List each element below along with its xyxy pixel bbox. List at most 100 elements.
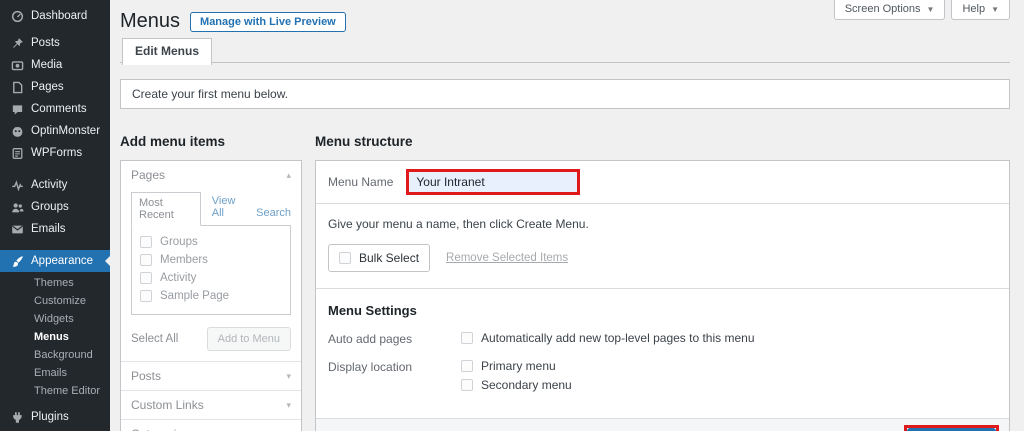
remove-selected-items-link[interactable]: Remove Selected Items xyxy=(446,252,568,264)
secondary-menu-label: Secondary menu xyxy=(481,378,572,392)
submenu-item-widgets[interactable]: Widgets xyxy=(0,310,110,328)
annotation-box-create-menu: Create Menu xyxy=(904,425,999,431)
sidebar-item-activity[interactable]: Activity xyxy=(0,174,110,196)
bulk-select-toggle[interactable]: Bulk Select xyxy=(328,244,430,272)
page-item-label: Members xyxy=(160,254,208,266)
annotation-box-menu-name xyxy=(406,169,580,195)
tab-edit-menus[interactable]: Edit Menus xyxy=(122,38,212,65)
sidebar-item-emails[interactable]: Emails xyxy=(0,218,110,240)
chevron-up-icon: ▴ xyxy=(286,170,291,181)
accordion-section-custom-links[interactable]: Custom Links ▾ xyxy=(121,390,301,419)
sidebar-item-posts[interactable]: Posts xyxy=(0,32,110,54)
submenu-item-background[interactable]: Background xyxy=(0,346,110,364)
pushpin-icon xyxy=(10,36,24,50)
screen-options-label: Screen Options xyxy=(845,3,921,15)
primary-menu-checkbox[interactable] xyxy=(461,360,473,372)
bulk-select-label: Bulk Select xyxy=(359,251,419,265)
comment-icon xyxy=(10,102,24,116)
sidebar-item-label: Posts xyxy=(31,37,60,49)
wordpress-admin-menus-page: Dashboard Posts Media Pages Comments xyxy=(0,0,1024,431)
sidebar-item-plugins[interactable]: Plugins xyxy=(0,406,110,428)
menu-name-row: Menu Name xyxy=(316,161,1009,204)
submenu-item-menus[interactable]: Menus xyxy=(0,328,110,346)
submenu-item-customize[interactable]: Customize xyxy=(0,292,110,310)
auto-add-option: Automatically add new top-level pages to… xyxy=(461,331,755,345)
add-to-menu-button[interactable]: Add to Menu xyxy=(207,327,291,351)
tab-view-all[interactable]: View All xyxy=(212,191,245,225)
primary-menu-label: Primary menu xyxy=(481,359,556,373)
accordion-section-pages[interactable]: Pages ▴ xyxy=(121,161,301,189)
menu-structure-heading: Menu structure xyxy=(315,134,1010,149)
display-location-row: Display location Primary menu Secondary … xyxy=(328,359,997,397)
sidebar-item-label: Activity xyxy=(31,179,67,191)
groups-checkbox[interactable] xyxy=(140,236,152,248)
submenu-item-theme-editor[interactable]: Theme Editor xyxy=(0,382,110,400)
page-item-label: Groups xyxy=(160,236,198,248)
primary-menu-option: Primary menu xyxy=(461,359,572,373)
sidebar-item-appearance[interactable]: Appearance xyxy=(0,250,110,272)
sidebar-item-dashboard[interactable]: Dashboard xyxy=(0,5,110,27)
help-button[interactable]: Help ▼ xyxy=(951,0,1010,20)
sidebar-item-comments[interactable]: Comments xyxy=(0,98,110,120)
manage-with-live-preview-button[interactable]: Manage with Live Preview xyxy=(190,12,346,32)
chevron-down-icon: ▼ xyxy=(991,5,999,14)
appearance-icon xyxy=(10,254,24,268)
activity-icon xyxy=(10,178,24,192)
pages-actions-row: Select All Add to Menu xyxy=(131,315,291,351)
submenu-item-themes[interactable]: Themes xyxy=(0,274,110,292)
bulk-select-checkbox[interactable] xyxy=(339,252,351,264)
select-all-link[interactable]: Select All xyxy=(131,333,178,345)
menu-structure-panel: Menu Name Give your menu a name, then cl… xyxy=(315,160,1010,431)
menu-instruction-text: Give your menu a name, then click Create… xyxy=(316,204,1009,234)
sidebar-item-label: OptinMonster xyxy=(31,125,100,137)
submenu-item-emails[interactable]: Emails xyxy=(0,364,110,382)
sidebar-item-label: Plugins xyxy=(31,411,69,423)
appearance-submenu: Themes Customize Widgets Menus Backgroun… xyxy=(0,272,110,406)
sidebar-item-media[interactable]: Media xyxy=(0,54,110,76)
add-menu-items-heading: Add menu items xyxy=(120,134,302,149)
page-checkbox-row: Activity xyxy=(137,269,285,287)
tab-bar: Edit Menus xyxy=(120,38,1010,63)
tab-most-recent[interactable]: Most Recent xyxy=(131,192,201,226)
page-title: Menus xyxy=(120,10,180,33)
admin-sidebar: Dashboard Posts Media Pages Comments xyxy=(0,0,110,431)
menu-name-input[interactable] xyxy=(409,172,577,192)
pages-icon xyxy=(10,80,24,94)
screen-meta-links: Screen Options ▼ Help ▼ xyxy=(834,0,1010,20)
sidebar-item-pages[interactable]: Pages xyxy=(0,76,110,98)
groups-icon xyxy=(10,200,24,214)
chevron-down-icon: ▼ xyxy=(927,5,935,14)
accordion-section-posts[interactable]: Posts ▾ xyxy=(121,361,301,390)
tab-search[interactable]: Search xyxy=(256,203,291,225)
chevron-down-icon: ▾ xyxy=(286,371,291,382)
sample-page-checkbox[interactable] xyxy=(140,290,152,302)
sidebar-item-label: Groups xyxy=(31,201,69,213)
page-item-label: Sample Page xyxy=(160,290,229,302)
wpforms-icon xyxy=(10,146,24,160)
menu-settings-heading: Menu Settings xyxy=(328,303,997,318)
auto-add-pages-row: Auto add pages Automatically add new top… xyxy=(328,331,997,350)
sidebar-item-optinmonster[interactable]: OptinMonster xyxy=(0,120,110,142)
notice-bar: Create your first menu below. xyxy=(120,79,1010,109)
accordion-section-categories[interactable]: Categories ▾ xyxy=(121,419,301,431)
sidebar-item-label: Dashboard xyxy=(31,10,87,22)
sidebar-item-label: WPForms xyxy=(31,147,82,159)
sidebar-item-label: Appearance xyxy=(31,255,93,267)
menu-items-accordion: Pages ▴ Most Recent View All Search G xyxy=(120,160,302,431)
auto-add-pages-label: Auto add pages xyxy=(328,331,461,346)
menu-name-label: Menu Name xyxy=(328,175,393,189)
sidebar-item-label: Pages xyxy=(31,81,64,93)
sidebar-item-wpforms[interactable]: WPForms xyxy=(0,142,110,164)
auto-add-pages-checkbox[interactable] xyxy=(461,332,473,344)
activity-checkbox[interactable] xyxy=(140,272,152,284)
sidebar-item-label: Comments xyxy=(31,103,87,115)
page-checkbox-row: Sample Page xyxy=(137,287,285,305)
pages-checklist-panel: Groups Members Activity xyxy=(131,225,291,315)
screen-options-button[interactable]: Screen Options ▼ xyxy=(834,0,946,20)
members-checkbox[interactable] xyxy=(140,254,152,266)
pages-subtabs: Most Recent View All Search xyxy=(131,191,291,225)
secondary-menu-checkbox[interactable] xyxy=(461,379,473,391)
menu-structure-column: Menu structure Menu Name Give your menu … xyxy=(315,134,1010,431)
sidebar-item-groups[interactable]: Groups xyxy=(0,196,110,218)
sidebar-item-label: Media xyxy=(31,59,62,71)
